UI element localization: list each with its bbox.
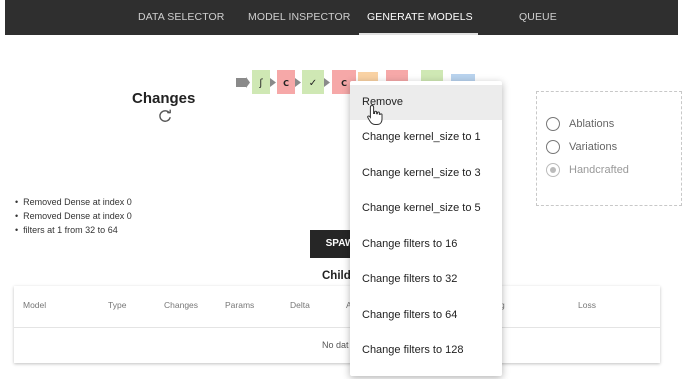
hand-cursor-icon bbox=[367, 104, 383, 125]
column-header-params[interactable]: Params bbox=[225, 300, 254, 310]
svg-text:C: C bbox=[283, 79, 289, 88]
changes-title: Changes bbox=[132, 90, 196, 107]
menu-item-filters-16[interactable]: Change filters to 16 bbox=[350, 227, 502, 262]
change-log-item: Removed Dense at index 0 bbox=[15, 195, 132, 209]
pipeline-block-conv[interactable]: C bbox=[277, 70, 295, 94]
column-header-delta[interactable]: Delta bbox=[290, 300, 310, 310]
change-log-list: Removed Dense at index 0 Removed Dense a… bbox=[15, 195, 132, 237]
empty-table-message: No dat bbox=[322, 340, 349, 350]
tab-data-selector[interactable]: DATA SELECTOR bbox=[138, 0, 225, 35]
pipeline-arrow bbox=[324, 78, 330, 87]
menu-item-filters-128[interactable]: Change filters to 128 bbox=[350, 333, 502, 368]
menu-item-filters-32[interactable]: Change filters to 32 bbox=[350, 262, 502, 297]
menu-item-kernel-size-3[interactable]: Change kernel_size to 3 bbox=[350, 156, 502, 191]
children-table: Model Type Changes Params Delta A g Loss… bbox=[14, 286, 660, 363]
pipeline-arrow bbox=[270, 78, 276, 87]
menu-item-kernel-size-5[interactable]: Change kernel_size to 5 bbox=[350, 191, 502, 226]
active-tab-indicator bbox=[359, 33, 478, 35]
column-header-changes[interactable]: Changes bbox=[164, 300, 198, 310]
radio-label: Ablations bbox=[569, 118, 615, 130]
column-header-model[interactable]: Model bbox=[23, 300, 46, 310]
change-log-item: filters at 1 from 32 to 64 bbox=[15, 223, 132, 237]
tab-generate-models[interactable]: GENERATE MODELS bbox=[367, 0, 473, 35]
radio-ablations[interactable]: Ablations bbox=[546, 116, 614, 132]
column-header-loss[interactable]: Loss bbox=[578, 300, 596, 310]
radio-label: Handcrafted bbox=[569, 164, 629, 176]
svg-text:C: C bbox=[341, 79, 347, 88]
radio-button[interactable] bbox=[546, 117, 560, 131]
radio-button[interactable] bbox=[546, 140, 560, 154]
children-title: Child bbox=[322, 270, 351, 282]
radio-label: Variations bbox=[569, 141, 618, 153]
tab-queue[interactable]: QUEUE bbox=[519, 0, 557, 35]
pipeline-block-activation[interactable]: ✓ bbox=[302, 70, 324, 94]
svg-text:ʃ: ʃ bbox=[258, 78, 263, 89]
pipeline-arrow bbox=[295, 78, 301, 87]
change-log-item: Removed Dense at index 0 bbox=[15, 209, 132, 223]
menu-item-filters-64[interactable]: Change filters to 64 bbox=[350, 298, 502, 333]
radio-button[interactable] bbox=[546, 163, 560, 177]
pipeline-block-input[interactable] bbox=[236, 77, 250, 88]
radio-variations[interactable]: Variations bbox=[546, 139, 617, 155]
svg-text:✓: ✓ bbox=[309, 78, 317, 89]
table-divider bbox=[14, 327, 660, 328]
tab-model-inspector[interactable]: MODEL INSPECTOR bbox=[248, 0, 350, 35]
generation-options-panel: Ablations Variations Handcrafted bbox=[536, 91, 682, 206]
radio-handcrafted[interactable]: Handcrafted bbox=[546, 162, 629, 178]
refresh-icon[interactable] bbox=[157, 108, 173, 124]
column-header-type[interactable]: Type bbox=[108, 300, 126, 310]
pipeline-block-activation[interactable]: ʃ bbox=[252, 70, 270, 94]
